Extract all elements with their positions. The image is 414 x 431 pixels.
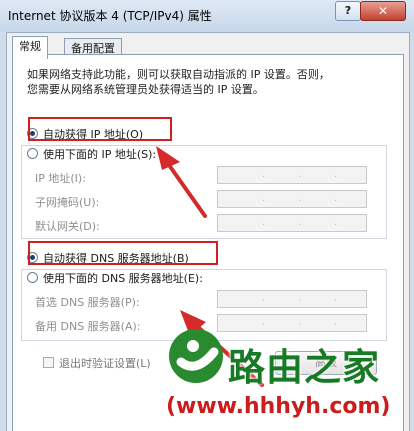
label-validate-settings: 退出时验证设置(L) [59, 357, 151, 370]
title-bar: Internet 协议版本 4 (TCP/IPv4) 属性 ? ✕ [0, 0, 414, 32]
highlight-auto-dns [28, 241, 218, 265]
label-subnet-mask: 子网掩码(U): [35, 196, 100, 209]
help-button[interactable]: ? [335, 1, 361, 21]
alternate-dns-input[interactable]: ... [217, 314, 367, 332]
close-button[interactable]: ✕ [360, 1, 406, 21]
radio-manual-ip[interactable] [27, 148, 38, 159]
highlight-auto-ip [28, 117, 172, 141]
preferred-dns-input[interactable]: ... [217, 290, 367, 308]
watermark-brand-text: 路由之家 [228, 346, 380, 389]
label-ip-address: IP 地址(I): [35, 172, 86, 185]
validate-settings-checkbox[interactable] [43, 357, 54, 368]
description-text: 如果网络支持此功能，则可以获取自动指派的 IP 设置。否则， 您需要从网络系统管… [27, 68, 330, 96]
subnet-mask-input[interactable]: ... [217, 190, 367, 208]
watermark-url-text: (www.hhhyh.com) [166, 394, 391, 419]
ip-address-input[interactable]: ... [217, 166, 367, 184]
label-default-gateway: 默认网关(D): [35, 220, 100, 233]
label-preferred-dns: 首选 DNS 服务器(P): [35, 296, 140, 309]
tab-general[interactable]: 常规 [12, 36, 48, 59]
label-alternate-dns: 备用 DNS 服务器(A): [35, 320, 141, 333]
default-gateway-input[interactable]: ... [217, 214, 367, 232]
label-manual-ip: 使用下面的 IP 地址(S): [43, 146, 160, 162]
label-manual-dns: 使用下面的 DNS 服务器地址(E): [43, 270, 206, 286]
radio-manual-dns[interactable] [27, 272, 38, 283]
window-title: Internet 协议版本 4 (TCP/IPv4) 属性 [8, 9, 212, 23]
